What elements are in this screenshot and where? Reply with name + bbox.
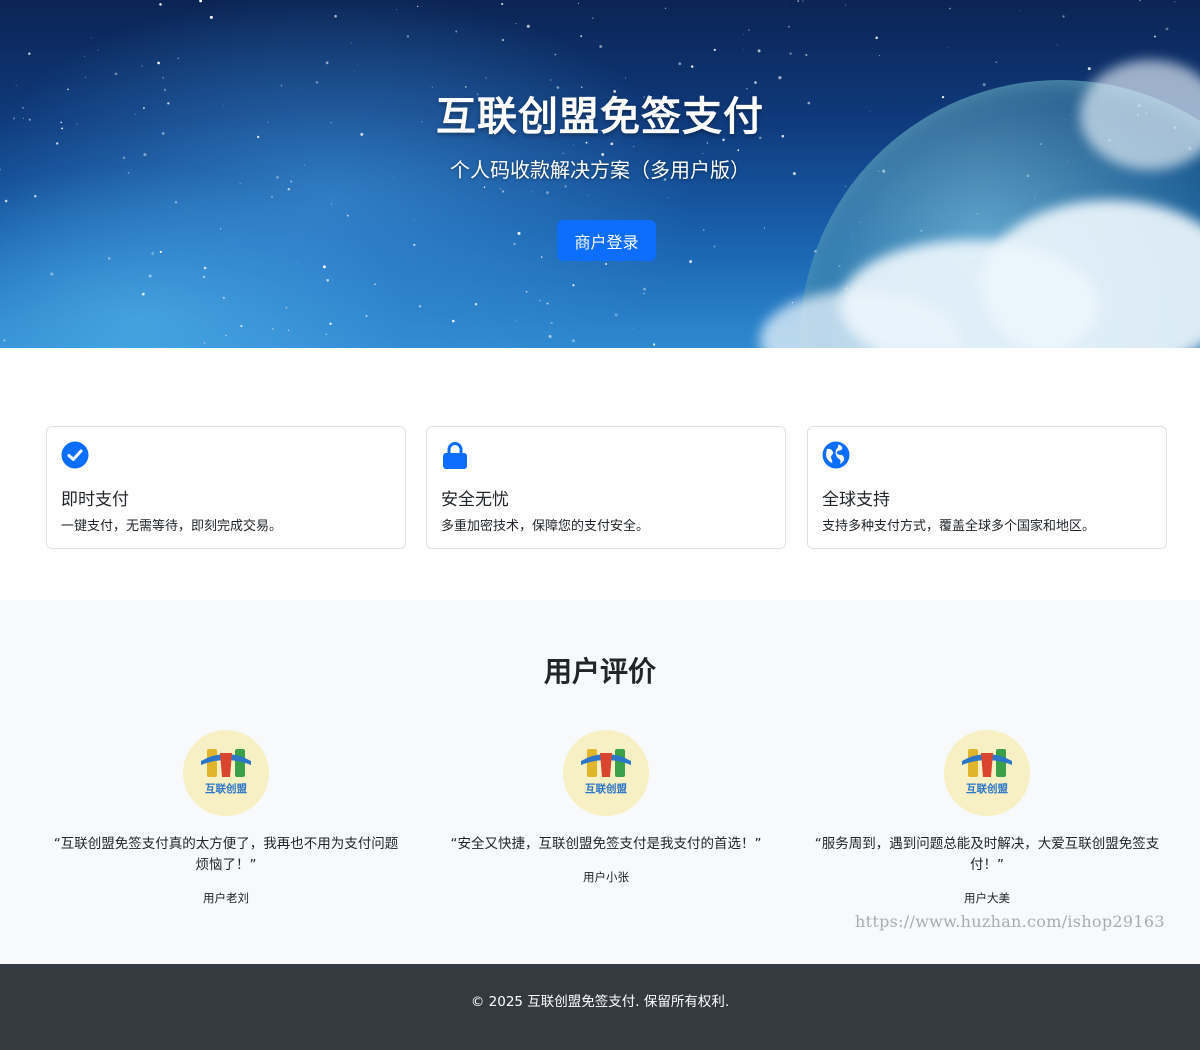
svg-text:互联创盟: 互联创盟 <box>585 782 627 795</box>
avatar: 互联创盟 <box>183 730 269 816</box>
hero-banner: 互联创盟免签支付 个人码收款解决方案（多用户版） 商户登录 <box>0 0 1200 348</box>
testimonial-quote: “安全又快捷，互联创盟免签支付是我支付的首选！” <box>450 836 762 852</box>
globe-icon <box>822 441 850 469</box>
lock-icon <box>443 442 467 469</box>
check-circle-icon <box>61 441 89 469</box>
svg-text:互联创盟: 互联创盟 <box>966 782 1008 795</box>
footer-copyright: © 2025 互联创盟免签支付. 保留所有权利. <box>470 994 730 1010</box>
testimonials-section: 用户评价 互联创盟 “互联创盟免签支付真的太方便了，我再也不用为支付问题烦恼了！… <box>0 600 1200 964</box>
testimonial-quote: “服务周到，遇到问题总能及时解决，大爱互联创盟免签支付！” <box>814 836 1160 873</box>
feature-title: 全球支持 <box>822 490 890 510</box>
feature-card-secure: 安全无忧 多重加密技术，保障您的支付安全。 <box>426 426 786 549</box>
testimonial-quote: “互联创盟免签支付真的太方便了，我再也不用为支付问题烦恼了！” <box>53 836 399 873</box>
testimonial-author: 用户大美 <box>964 891 1010 905</box>
avatar: 互联创盟 <box>944 730 1030 816</box>
feature-text: 支持多种支付方式，覆盖全球多个国家和地区。 <box>822 519 1096 534</box>
svg-text:互联创盟: 互联创盟 <box>205 782 247 795</box>
merchant-login-button[interactable]: 商户登录 <box>557 220 656 261</box>
feature-title: 安全无忧 <box>441 490 509 510</box>
feature-text: 一键支付，无需等待，即刻完成交易。 <box>61 519 283 534</box>
testimonial-card: 互联创盟 “互联创盟免签支付真的太方便了，我再也不用为支付问题烦恼了！” 用户老… <box>46 730 406 906</box>
testimonial-author: 用户小张 <box>583 870 629 884</box>
avatar: 互联创盟 <box>563 730 649 816</box>
feature-card-instant-pay: 即时支付 一键支付，无需等待，即刻完成交易。 <box>46 426 406 549</box>
page-footer: © 2025 互联创盟免签支付. 保留所有权利. <box>0 964 1200 1050</box>
feature-title: 即时支付 <box>61 490 129 510</box>
testimonials-heading: 用户评价 <box>543 655 656 688</box>
testimonial-card: 互联创盟 “服务周到，遇到问题总能及时解决，大爱互联创盟免签支付！” 用户大美 <box>807 730 1167 906</box>
testimonial-card: 互联创盟 “安全又快捷，互联创盟免签支付是我支付的首选！” 用户小张 <box>426 730 786 885</box>
features-section: 即时支付 一键支付，无需等待，即刻完成交易。 安全无忧 多重加密技术，保障您的支… <box>0 348 1200 600</box>
testimonial-author: 用户老刘 <box>203 891 249 905</box>
hero-title: 互联创盟免签支付 <box>436 94 764 140</box>
feature-text: 多重加密技术，保障您的支付安全。 <box>441 519 650 534</box>
hero-subtitle: 个人码收款解决方案（多用户版） <box>450 158 750 182</box>
feature-card-global: 全球支持 支持多种支付方式，覆盖全球多个国家和地区。 <box>807 426 1167 549</box>
watermark-url: https://www.huzhan.com/ishop29163 <box>855 912 1165 931</box>
